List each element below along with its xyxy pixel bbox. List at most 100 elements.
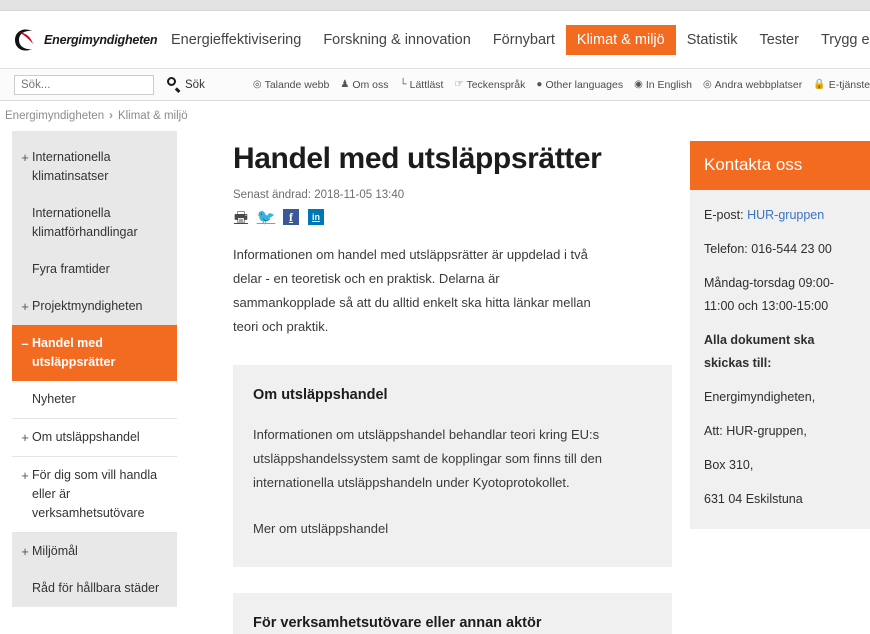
- page-root: Energimyndigheten Energieffektivisering …: [0, 0, 870, 634]
- sidebar-item-miljomal[interactable]: + Miljömål: [12, 533, 177, 570]
- card-for-verksamhetsutovare: För verksamhetsutövare eller annan aktör…: [233, 593, 672, 634]
- breadcrumb: Energimyndigheten › Klimat & miljö: [0, 101, 870, 131]
- main-navigation: Energieffektivisering Forskning & innova…: [160, 24, 870, 55]
- util-link-andra-webbplatser[interactable]: ◎ Andra webbplatser: [703, 79, 802, 91]
- sidebar-item-internationella-klimatforhandlingar[interactable]: Internationella klimatförhandlingar: [12, 195, 177, 251]
- sidebar-item-rad-for-hallbara-stader[interactable]: Råd för hållbara städer: [12, 570, 177, 607]
- nav-item-tester[interactable]: Tester: [748, 25, 810, 55]
- lock-icon: 🔒: [813, 78, 826, 90]
- expand-plus-icon: +: [21, 468, 29, 483]
- sidebar-item-for-dig-som-vill-handla[interactable]: + För dig som vill handla eller är verks…: [12, 457, 177, 533]
- util-link-label: Andra webbplatser: [714, 78, 803, 91]
- search-input[interactable]: [14, 74, 154, 95]
- util-link-in-english[interactable]: ◉ In English: [634, 79, 692, 91]
- card-title: För verksamhetsutövare eller annan aktör: [253, 615, 542, 631]
- easy-read-icon: └: [399, 78, 407, 90]
- util-link-other-languages[interactable]: ● Other languages: [536, 79, 623, 91]
- card-title: Om utsläppshandel: [253, 387, 388, 403]
- right-sidebar: Kontakta oss E-post: HUR-gruppen Telefon…: [690, 131, 870, 529]
- nav-item-statistik[interactable]: Statistik: [676, 25, 749, 55]
- sidebar-item-label: Nyheter: [32, 392, 76, 406]
- sidebar-item-label: Handel med utsläppsrätter: [32, 336, 116, 369]
- sidebar-item-internationella-klimatinsatser[interactable]: + Internationella klimatinsatser: [12, 139, 177, 195]
- util-link-label: Om oss: [352, 78, 389, 91]
- nav-item-fornybart[interactable]: Förnybart: [482, 25, 566, 55]
- nav-item-energieffektivisering[interactable]: Energieffektivisering: [160, 25, 312, 55]
- contact-email-link[interactable]: HUR-gruppen: [747, 208, 824, 222]
- contact-phone: Telefon: 016-544 23 00: [704, 242, 832, 256]
- contact-email-row: E-post: HUR-gruppen: [704, 204, 856, 227]
- utility-bar: Sök ◎ Talande webb ♟ Om oss └ Lättläst ☞…: [0, 68, 870, 101]
- breadcrumb-current: Klimat & miljö: [117, 110, 188, 122]
- sidebar-item-fyra-framtider[interactable]: Fyra framtider: [12, 251, 177, 288]
- share-row: 🖶 🐦 f in: [233, 209, 672, 225]
- breadcrumb-separator-icon: ›: [109, 110, 113, 122]
- contact-address-line: 631 04 Eskilstuna: [704, 492, 803, 506]
- contact-box: Kontakta oss E-post: HUR-gruppen Telefon…: [690, 141, 870, 529]
- contact-heading: Kontakta oss: [690, 141, 870, 190]
- twitter-icon[interactable]: 🐦: [257, 209, 276, 225]
- logo-wordmark: Energimyndigheten: [44, 32, 158, 47]
- sidebar-item-label: Miljömål: [32, 544, 78, 558]
- sidebar-item-projektmyndigheten[interactable]: + Projektmyndigheten: [12, 288, 177, 325]
- sidebar-item-handel-med-utslappsratter[interactable]: – Handel med utsläppsrätter: [12, 325, 177, 381]
- util-link-label: Other languages: [545, 78, 624, 91]
- sidebar-item-nyheter[interactable]: Nyheter: [12, 381, 177, 419]
- top-strip: [0, 0, 870, 11]
- nav-item-forskning-innovation[interactable]: Forskning & innovation: [312, 25, 482, 55]
- sites-globe-icon: ◎: [702, 78, 712, 90]
- util-link-lattlast[interactable]: └ Lättläst: [400, 79, 444, 91]
- site-header: Energimyndigheten Energieffektivisering …: [0, 11, 870, 68]
- globe-icon: ●: [536, 78, 543, 90]
- page-title: Handel med utsläppsrätter: [233, 142, 602, 175]
- contact-send-to-label: Alla dokument ska skickas till:: [704, 333, 815, 370]
- util-link-label: E-tjänster: [828, 78, 870, 91]
- nav-item-trygg-energiforsorjning[interactable]: Trygg energiförsörjning: [810, 25, 870, 55]
- contact-address-line: Att: HUR-gruppen,: [704, 424, 807, 438]
- sidebar-item-label: Om utsläppshandel: [32, 430, 140, 444]
- util-link-talande-webb[interactable]: ◎ Talande webb: [253, 79, 330, 91]
- globe-english-icon: ◉: [634, 78, 643, 90]
- sidebar-item-label: För dig som vill handla eller är verksam…: [32, 468, 158, 520]
- util-link-label: Teckenspråk: [466, 78, 526, 91]
- facebook-icon[interactable]: f: [283, 209, 299, 225]
- expand-plus-icon: +: [21, 430, 29, 445]
- expand-plus-icon: +: [21, 150, 29, 165]
- collapse-minus-icon: –: [21, 336, 29, 351]
- sidebar-item-label: Internationella klimatinsatser: [32, 150, 111, 183]
- intro-paragraph: Informationen om handel med utsläppsrätt…: [233, 247, 591, 334]
- util-link-om-oss[interactable]: ♟ Om oss: [340, 79, 388, 91]
- print-icon[interactable]: 🖶: [233, 209, 249, 225]
- section-navigation: + Internationella klimatinsatser Interna…: [12, 131, 177, 607]
- utility-links: ◎ Talande webb ♟ Om oss └ Lättläst ☞ Tec…: [253, 79, 870, 91]
- sidebar-item-label: Råd för hållbara städer: [32, 581, 160, 595]
- main-content: Handel med utsläppsrätter Senast ändrad:…: [177, 131, 690, 634]
- card-text: Informationen om utsläppshandel behandla…: [253, 427, 603, 490]
- breadcrumb-root[interactable]: Energimyndigheten: [5, 110, 104, 122]
- sign-language-icon: ☞: [454, 78, 464, 90]
- util-link-label: Lättläst: [409, 78, 444, 91]
- util-link-e-tjanster[interactable]: 🔒 E-tjänster: [813, 79, 870, 91]
- search-icon: [166, 76, 182, 93]
- util-link-label: In English: [645, 78, 692, 91]
- last-modified-text: Senast ändrad: 2018-11-05 13:40: [233, 189, 405, 201]
- search-box: Sök: [14, 74, 205, 95]
- expand-plus-icon: +: [21, 299, 29, 314]
- contact-address-line: Box 310,: [704, 458, 754, 472]
- person-icon: ♟: [340, 78, 350, 90]
- expand-plus-icon: +: [21, 544, 29, 559]
- contact-details: E-post: HUR-gruppen Telefon: 016-544 23 …: [690, 190, 870, 529]
- sidebar-item-label: Internationella klimatförhandlingar: [32, 206, 138, 239]
- search-button[interactable]: Sök: [154, 76, 205, 93]
- contact-email-label: E-post:: [704, 208, 744, 222]
- energimyndigheten-logo-icon: [10, 25, 40, 55]
- card-link-mer-om-utslappshandel[interactable]: Mer om utsläppshandel: [253, 517, 388, 541]
- sidebar-item-label: Projektmyndigheten: [32, 299, 143, 313]
- site-logo[interactable]: Energimyndigheten: [10, 25, 160, 55]
- util-link-teckensprak[interactable]: ☞ Teckenspråk: [454, 79, 525, 91]
- nav-item-klimat-miljo[interactable]: Klimat & miljö: [565, 24, 676, 55]
- linkedin-icon[interactable]: in: [308, 209, 324, 225]
- contact-address-line: Energimyndigheten,: [704, 390, 816, 404]
- sidebar-item-om-utslappshandel[interactable]: + Om utsläppshandel: [12, 419, 177, 457]
- search-button-label: Sök: [185, 78, 205, 91]
